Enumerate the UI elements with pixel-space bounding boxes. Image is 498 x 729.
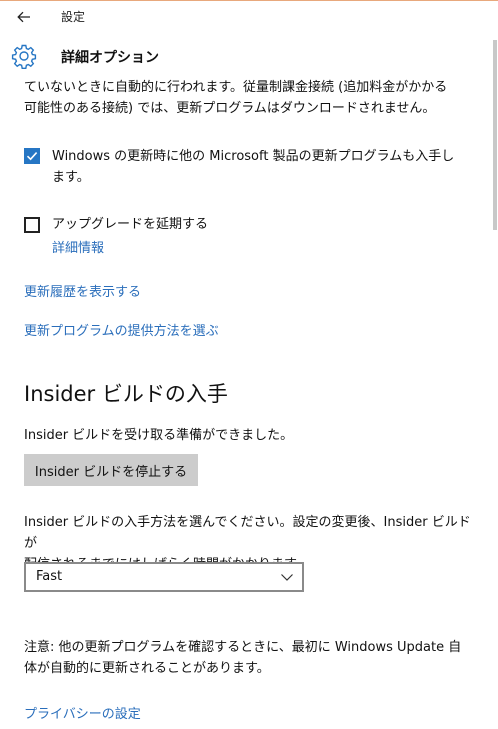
page-title: 詳細オプション	[61, 50, 159, 66]
insider-ring-dropdown[interactable]: Fast	[24, 562, 304, 592]
update-note-line: 注意: 他の更新プログラムを確認するときに、最初に Windows Update…	[24, 640, 462, 655]
defer-upgrades-label[interactable]: アップグレードを延期する	[52, 214, 208, 235]
update-note-line: 体が自動的に更新されることがあります。	[24, 661, 270, 676]
intro-text: ていないときに自動的に行われます。従量制課金接続 (追加料金がかかる 可能性のあ…	[24, 77, 447, 119]
scrollbar[interactable]	[486, 0, 498, 729]
view-update-history-link[interactable]: 更新履歴を表示する	[24, 281, 141, 300]
chevron-down-icon	[281, 574, 293, 581]
update-note: 注意: 他の更新プログラムを確認するときに、最初に Windows Update…	[24, 637, 461, 679]
intro-text-line: ていないときに自動的に行われます。従量制課金接続 (追加料金がかかる	[24, 80, 448, 95]
ms-updates-label[interactable]: Windows の更新時に他の Microsoft 製品の更新プログラムも入手し…	[52, 146, 454, 188]
gear-icon	[11, 44, 37, 69]
ms-updates-checkbox[interactable]	[24, 148, 40, 164]
intro-text-line: 可能性のある接続) では、更新プログラムはダウンロードされません。	[24, 101, 436, 116]
stop-insider-builds-button[interactable]: Insider ビルドを停止する	[24, 454, 198, 486]
insider-section-heading: Insider ビルドの入手	[24, 382, 228, 406]
ms-updates-label-line: ます。	[52, 170, 90, 185]
details-link[interactable]: 詳細情報	[52, 237, 104, 256]
insider-choose-text-line: Insider ビルドの入手方法を選んでください。設定の変更後、Insider …	[24, 515, 471, 551]
choose-delivery-link[interactable]: 更新プログラムの提供方法を選ぶ	[24, 320, 219, 339]
back-button[interactable]	[10, 4, 38, 30]
checkmark-icon	[26, 152, 38, 161]
settings-window: 設定 詳細オプション ていないときに自動的に行われます。従量制課金接続 (追加料…	[0, 0, 498, 729]
window-title: 設定	[61, 10, 86, 24]
insider-ready-text: Insider ビルドを受け取る準備ができました。	[24, 428, 294, 443]
insider-ring-value: Fast	[36, 569, 63, 584]
title-bar: 設定	[0, 0, 498, 34]
page-header: 詳細オプション	[0, 38, 498, 78]
settings-content: ていないときに自動的に行われます。従量制課金接続 (追加料金がかかる 可能性のあ…	[0, 78, 480, 729]
scrollbar-thumb[interactable]	[493, 40, 497, 230]
privacy-settings-link[interactable]: プライバシーの設定	[24, 703, 141, 722]
ms-updates-label-line: Windows の更新時に他の Microsoft 製品の更新プログラムも入手し	[52, 149, 455, 164]
defer-upgrades-checkbox[interactable]	[24, 217, 40, 233]
back-arrow-icon	[17, 11, 30, 23]
